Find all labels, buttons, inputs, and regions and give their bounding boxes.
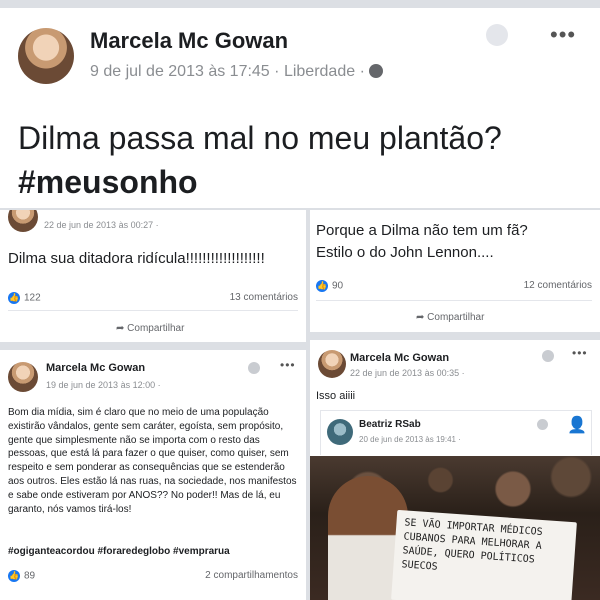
stats-icon[interactable] xyxy=(542,350,554,362)
shared-author-avatar[interactable] xyxy=(327,419,353,445)
share-label: Compartilhar xyxy=(127,323,185,334)
author-avatar-small[interactable] xyxy=(8,210,38,232)
shared-post-header: Beatriz RSab 20 de jun de 2013 às 19:41 … xyxy=(320,410,592,455)
like-count: 89 xyxy=(24,570,36,582)
share-icon: ➦ xyxy=(116,323,125,334)
reactions[interactable]: 👍 89 xyxy=(8,570,35,582)
share-button[interactable]: ➦ Compartilhar xyxy=(416,312,484,323)
more-options-icon[interactable]: ••• xyxy=(550,22,576,48)
author-avatar[interactable] xyxy=(318,350,346,378)
like-count: 122 xyxy=(24,292,41,304)
shared-photo[interactable]: SE VÃO IMPORTAR MÉDICOS CUBANOS PARA MEL… xyxy=(310,456,600,600)
like-icon: 👍 xyxy=(8,570,20,582)
divider xyxy=(316,300,592,301)
author-name[interactable]: Marcela Mc Gowan xyxy=(350,352,449,364)
like-count: 90 xyxy=(332,280,344,292)
post-body: Bom dia mídia, sim é claro que no meio d… xyxy=(8,407,297,515)
post-text-line1: Porque a Dilma não tem um fã? xyxy=(316,222,528,239)
more-options-icon[interactable]: ••• xyxy=(572,346,588,360)
share-button[interactable]: ➦ Compartilhar xyxy=(116,323,184,334)
reactions[interactable]: 👍 122 xyxy=(8,292,41,304)
share-icon: ➦ xyxy=(416,312,425,323)
shared-post-date[interactable]: 20 de jun de 2013 às 19:41 · xyxy=(359,435,461,444)
sign-text: SE VÃO IMPORTAR MÉDICOS CUBANOS PARA MEL… xyxy=(401,517,543,573)
more-options-icon[interactable]: ••• xyxy=(280,358,296,372)
share-label: Compartilhar xyxy=(427,312,485,323)
stats-icon[interactable] xyxy=(537,419,548,430)
add-friend-icon[interactable]: 👤 xyxy=(567,415,587,435)
share-count[interactable]: 2 compartilhamentos xyxy=(205,570,298,581)
post-text: Isso aiiii xyxy=(316,390,356,402)
post-meta: 9 de jul de 2013 às 17:45 · Liberdade · xyxy=(90,63,384,81)
divider xyxy=(8,310,298,311)
meta-separator: · xyxy=(274,63,280,80)
post-date[interactable]: 22 de jun de 2013 às 00:35 · xyxy=(350,368,465,378)
post-right-1: Porque a Dilma não tem um fã? Estilo o d… xyxy=(310,210,600,332)
like-icon: 👍 xyxy=(316,280,328,292)
shared-author-name[interactable]: Beatriz RSab xyxy=(359,419,421,430)
post-hashtags[interactable]: #ogiganteacordou #foraredeglobo #vemprar… xyxy=(8,546,300,557)
post-right-2: Marcela Mc Gowan 22 de jun de 2013 às 00… xyxy=(310,340,600,600)
post-text-line1: Dilma passa mal no meu plantão? xyxy=(18,120,502,156)
author-name[interactable]: Marcela Mc Gowan xyxy=(46,362,145,374)
post-left-1: 22 de jun de 2013 às 00:27 · Dilma sua d… xyxy=(0,210,306,342)
post-date[interactable]: 22 de jun de 2013 às 00:27 · xyxy=(44,220,159,230)
post-location[interactable]: Liberdade xyxy=(284,63,355,80)
protest-sign: SE VÃO IMPORTAR MÉDICOS CUBANOS PARA MEL… xyxy=(391,509,577,600)
post-text-line2: Estilo o do John Lennon.... xyxy=(316,244,494,261)
post-date[interactable]: 19 de jun de 2013 às 12:00 · xyxy=(46,380,161,390)
reactions[interactable]: 👍 90 xyxy=(316,280,343,292)
comment-count[interactable]: 12 comentários xyxy=(524,280,592,291)
author-avatar[interactable] xyxy=(8,362,38,392)
author-avatar[interactable] xyxy=(18,28,74,84)
top-post: Marcela Mc Gowan 9 de jul de 2013 às 17:… xyxy=(0,8,600,208)
globe-icon xyxy=(369,64,384,78)
stats-icon[interactable] xyxy=(486,24,508,46)
like-icon: 👍 xyxy=(8,292,20,304)
author-name[interactable]: Marcela Mc Gowan xyxy=(90,28,288,54)
post-left-2: Marcela Mc Gowan 19 de jun de 2013 às 12… xyxy=(0,350,306,600)
post-text-line2[interactable]: #meusonho xyxy=(18,164,198,201)
comment-count[interactable]: 13 comentários xyxy=(230,292,298,303)
post-date[interactable]: 9 de jul de 2013 às 17:45 xyxy=(90,63,270,80)
stats-icon[interactable] xyxy=(248,362,260,374)
post-text: Dilma sua ditadora ridícula!!!!!!!!!!!!!… xyxy=(8,250,265,267)
meta-separator-2: · xyxy=(359,63,365,80)
